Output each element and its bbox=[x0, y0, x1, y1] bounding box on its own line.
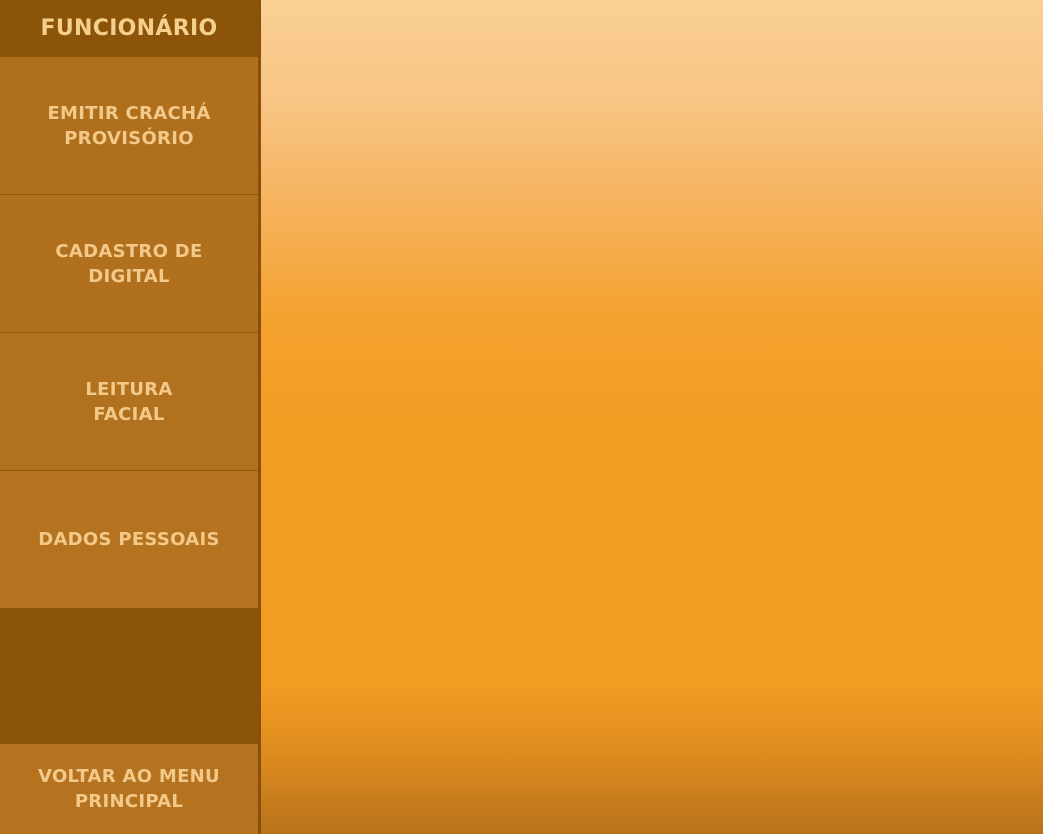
dados-pessoais-button[interactable]: DADOS PESSOAIS bbox=[0, 471, 258, 609]
voltar-ao-menu-principal-button[interactable]: VOLTAR AO MENU PRINCIPAL bbox=[0, 744, 258, 834]
sidebar-empty-slot bbox=[0, 609, 258, 744]
sidebar: FUNCIONÁRIO EMITIR CRACHÁ PROVISÓRIO CAD… bbox=[0, 0, 258, 834]
leitura-facial-button[interactable]: LEITURA FACIAL bbox=[0, 333, 258, 471]
cadastro-de-digital-button[interactable]: CADASTRO DE DIGITAL bbox=[0, 195, 258, 333]
sidebar-title: FUNCIONÁRIO bbox=[0, 0, 258, 57]
emitir-cracha-provisorio-button[interactable]: EMITIR CRACHÁ PROVISÓRIO bbox=[0, 57, 258, 195]
content-panel bbox=[261, 0, 1043, 834]
app-window: FUNCIONÁRIO EMITIR CRACHÁ PROVISÓRIO CAD… bbox=[0, 0, 1043, 834]
